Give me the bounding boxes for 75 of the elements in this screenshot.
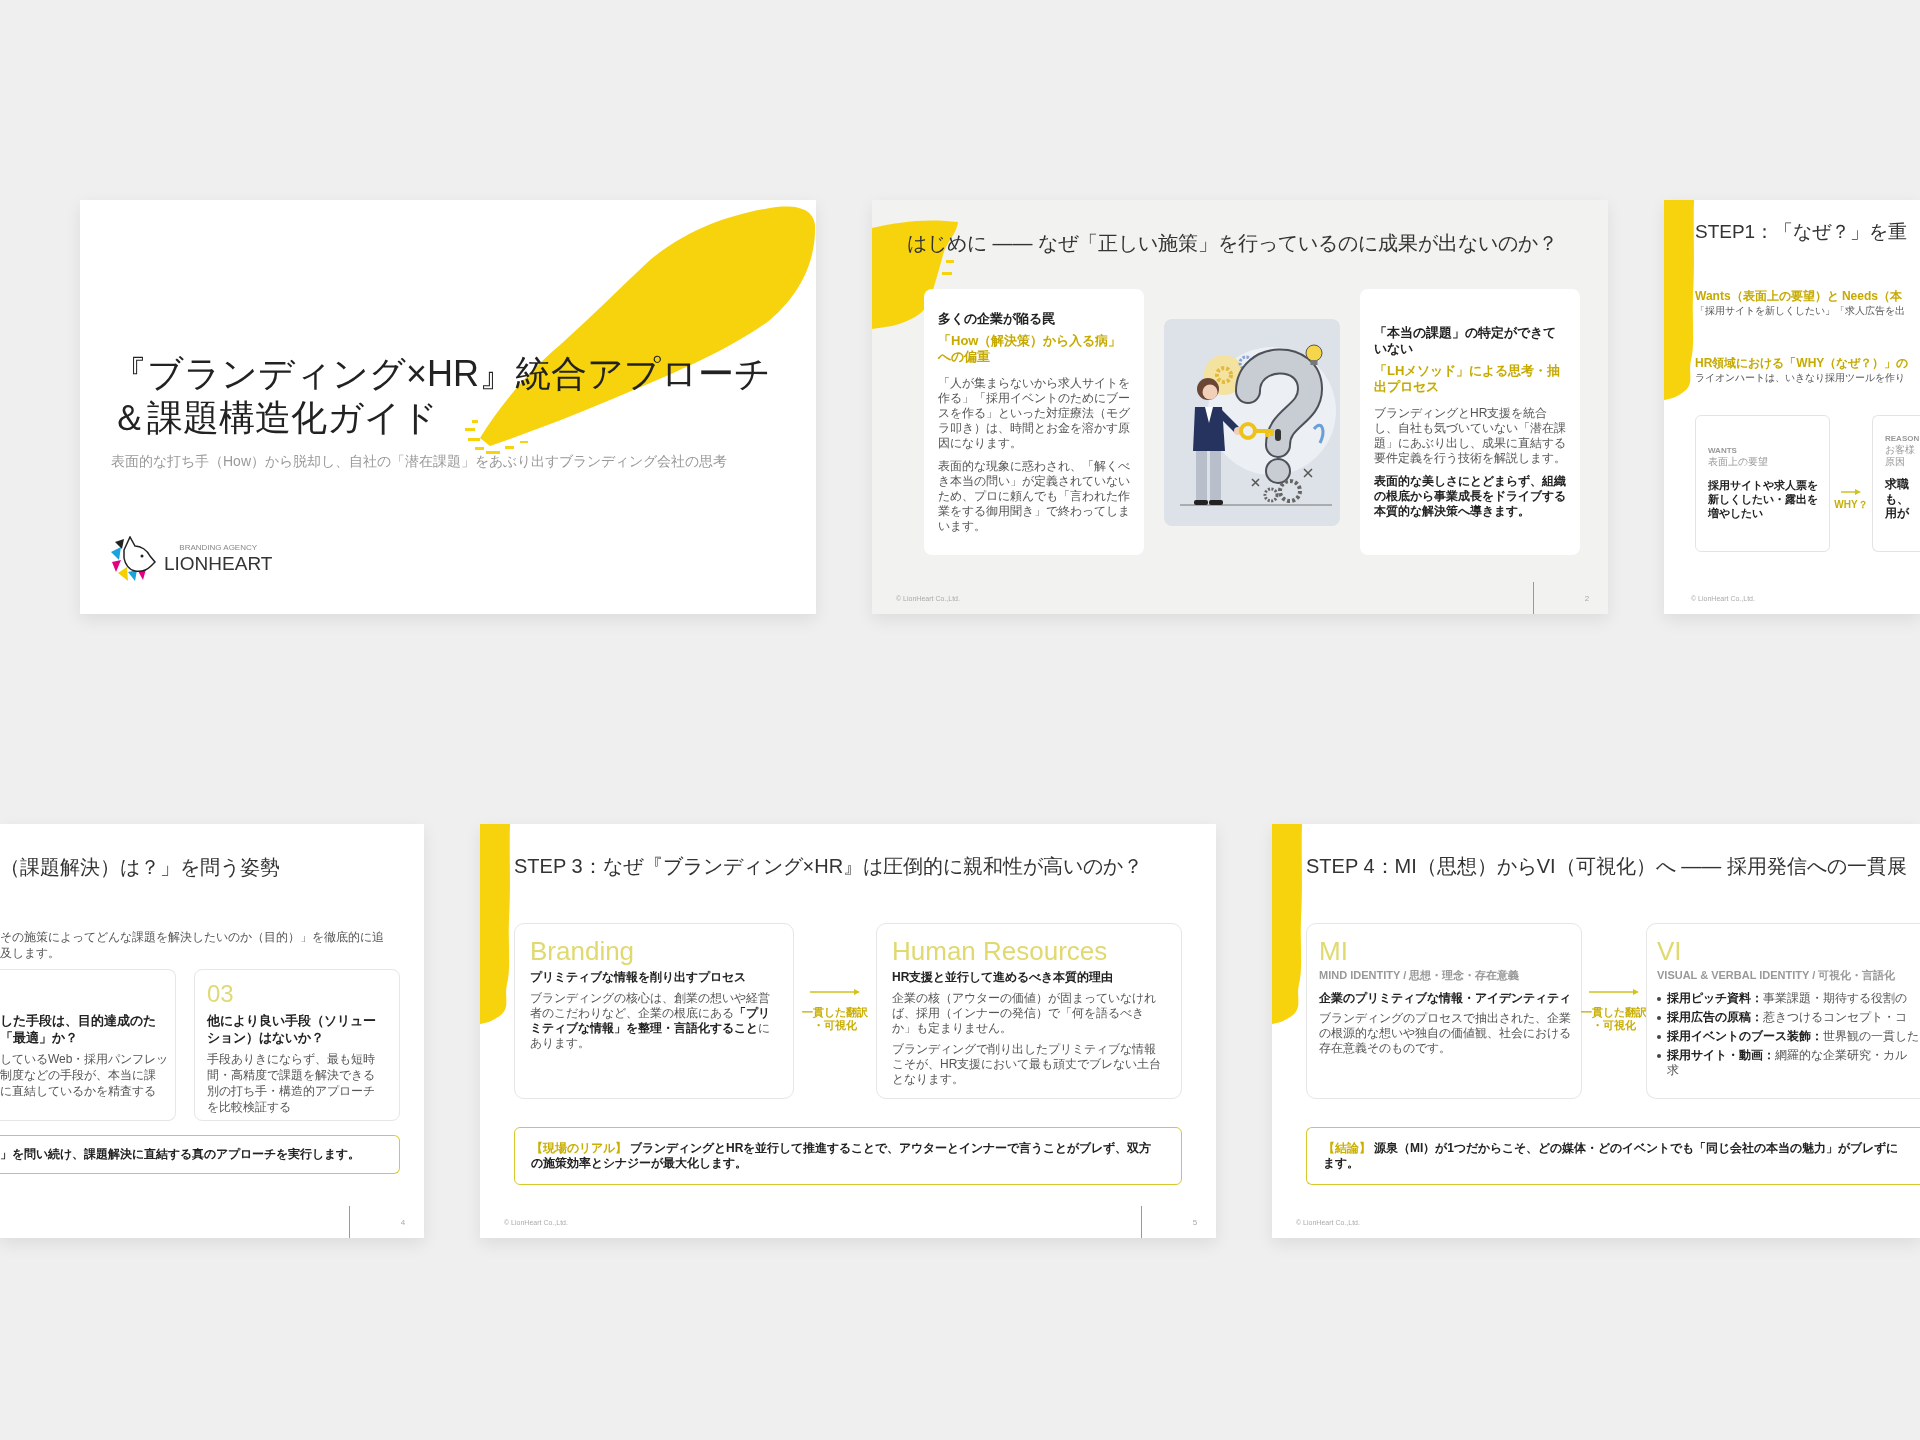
page-number: 2 xyxy=(1584,593,1590,603)
page-number: 5 xyxy=(1192,1217,1198,1227)
card-title: VI xyxy=(1657,937,1683,965)
slide-subtitle: 表面的な打ち手（How）から脱却し、自社の「潜在課題」をあぶり出すブランディング会社の思考 xyxy=(111,452,728,470)
callout-label: 【結論】 xyxy=(1323,1141,1371,1156)
section-heading: Wants（表面上の要望）と Needs（本 xyxy=(1695,289,1903,304)
logo-wordmark: LIONHEART xyxy=(164,553,273,575)
card-text: 手段ありきにならず、最も短時間・高精度で課題を解決できる別の打ち手・構造的アプローチを比較検証する xyxy=(207,1051,376,1115)
step-caption: 表面上の要望 xyxy=(1708,456,1768,468)
card-text: ブランディングの核心は、創業の想いや経営者のこだわりなど、企業の根底にある「プリミティブな情報」を整理・言語化することにあります。 xyxy=(530,991,771,1051)
connector-label: 一貫した翻訳・可視化 xyxy=(1580,1006,1648,1032)
card-heading: 企業のプリミティブな情報・アイデンティティ xyxy=(1319,990,1572,1006)
card-highlight: 「LHメソッド」による思考・抽出プロセス xyxy=(1374,363,1562,395)
bullet-icon xyxy=(1657,997,1661,1001)
card-text: ブランディングのプロセスで抽出された、企業の根源的な想いや独自の価値観、社会における存在意義そのものです。 xyxy=(1319,1011,1572,1056)
step-text: 用が xyxy=(1885,506,1909,521)
card-text: 制度などの手段が、本当に課 xyxy=(0,1067,156,1083)
card-text: 企業の核（アウターの価値）が固まっていなければ、採用（インナーの発信）で「何を語るべきか」も定まりません。 xyxy=(892,991,1157,1036)
bullet-icon xyxy=(1657,1035,1661,1039)
step-text: も、 xyxy=(1885,491,1909,506)
conclusion-callout: 」を問い続け、課題解決に直結する真のアプローチを実行します。 xyxy=(0,1135,400,1174)
card-text: 「人が集まらないから求人サイトを作る」「採用イベントのためにブースを作る」といった対症療法（モグラ叩き）は、時間とお金を溶かす原因になります。 xyxy=(938,375,1130,451)
connector-label: 一貫した翻訳・可視化 xyxy=(801,1006,869,1032)
conclusion-callout: 【現場のリアル】 ブランディングとHRを並行して推進することで、アウターとインナーで言うことがブレず、双方の施策効率とシナジーが最大化します。 xyxy=(514,1127,1182,1185)
card-text: 表面的な美しさにとどまらず、組織の根底から事業成長をドライブする本質的な解決策へ導きます。 xyxy=(1374,474,1566,519)
bullet-text: 採用ピッチ資料：事業課題・期待する役割の xyxy=(1667,991,1907,1006)
step-label: WANTS xyxy=(1708,446,1737,456)
bullet-text: 求 xyxy=(1667,1063,1679,1078)
card-highlight: 「How（解決策）から入る病」への偏重 xyxy=(938,332,1123,365)
step-label: REASON xyxy=(1885,434,1920,444)
card-heading: 「本当の課題」の特定ができていない xyxy=(1374,325,1557,357)
section-text: ライオンハートは、いきなり採用ツールを作り xyxy=(1695,371,1906,384)
card-text: 表面的な現象に惑わされ、「解くべき本当の問い」が定義されていないため、プロに頼んでも「言われた作業をする御用聞き」で終わってしまいます。 xyxy=(938,458,1130,534)
card-heading: プリミティブな情報を削り出すプロセス xyxy=(530,969,747,985)
callout-text: 源泉（MI）が1つだからこそ、どの媒体・どのイベントでも「同じ会社の本当の魅力」がブレずに xyxy=(1374,1141,1898,1156)
slide-title: STEP 4：MI（思想）からVI（可視化）へ —— 採用発信への一貫展 xyxy=(1306,854,1908,878)
card-title: Branding xyxy=(530,937,636,965)
slide-title: （課題解決）は？」を問う姿勢 xyxy=(0,855,281,879)
card-text: しているWeb・採用パンフレッ xyxy=(0,1051,169,1067)
logo-tagline: BRANDING AGENCY xyxy=(179,543,258,553)
animal-head-icon xyxy=(110,536,156,582)
slide-title: はじめに —— なぜ「正しい施策」を行っているのに成果が出ないのか？ xyxy=(907,231,1560,255)
section-text: 「採用サイトを新しくしたい」「求人広告を出 xyxy=(1695,304,1906,317)
card-number: 03 xyxy=(207,982,235,1006)
connector-arrow xyxy=(1841,489,1861,495)
card-heading: 「最適」か？ xyxy=(0,1029,78,1046)
bullet-icon xyxy=(1657,1016,1661,1020)
bullet-text: 採用サイト・動画：網羅的な企業研究・カル xyxy=(1667,1048,1907,1063)
card-heading: 多くの企業が陥る罠 xyxy=(938,310,1056,327)
card-subtitle: VISUAL & VERBAL IDENTITY / 可視化・言語化 xyxy=(1657,968,1897,983)
step-caption: 原因 xyxy=(1885,456,1905,468)
slide-title: STEP 3：なぜ『ブランディング×HR』は圧倒的に親和性が高いのか？ xyxy=(514,854,1145,878)
card-text: に直結しているかを精査する xyxy=(0,1083,156,1099)
bullet-icon xyxy=(1657,1054,1661,1058)
connector-arrow xyxy=(810,989,860,995)
step-text: 採用サイトや求人票を新しくしたい・露出を増やしたい xyxy=(1708,478,1819,520)
card-heading: HR支援と並行して進めるべき本質的理由 xyxy=(892,969,1115,985)
card-title: Human Resources xyxy=(892,937,1109,965)
card-subtitle: MIND IDENTITY / 思想・理念・存在意義 xyxy=(1319,968,1521,983)
card-text: ブランディングとHR支援を統合し、自社も気づいていない「潜在課題」にあぶり出し、成果に直結する要件定義を行う技術を解説します。 xyxy=(1374,406,1566,466)
bullet-text: 採用イベントのブース装飾：世界観の一貫した xyxy=(1667,1029,1919,1044)
connector-arrow xyxy=(1589,989,1639,995)
card-title: MI xyxy=(1319,937,1349,965)
slide-title: STEP1：「なぜ？」を重 xyxy=(1695,220,1909,244)
card-heading: した手段は、目的達成のた xyxy=(0,1012,156,1029)
lead-text: その施策によってどんな課題を解決したいのか（目的）」を徹底的に追及します。 xyxy=(0,929,385,961)
section-heading: HR領域における「WHY（なぜ？）」の xyxy=(1695,356,1910,371)
step-caption: お客様 xyxy=(1885,444,1915,456)
card-heading: 他により良い手段（ソリューション）はないか？ xyxy=(207,1012,377,1046)
page-number: 4 xyxy=(400,1217,406,1227)
connector-label: WHY？ xyxy=(1834,499,1868,511)
card-text: ブランディングで削り出したプリミティブな情報こそが、HR支援において最も頑丈でブレない土台となります。 xyxy=(892,1042,1162,1087)
bullet-text: 採用広告の原稿：惹きつけるコンセプト・コ xyxy=(1667,1010,1907,1025)
step-text: 求職 xyxy=(1885,477,1909,492)
callout-text: ます。 xyxy=(1323,1156,1359,1171)
